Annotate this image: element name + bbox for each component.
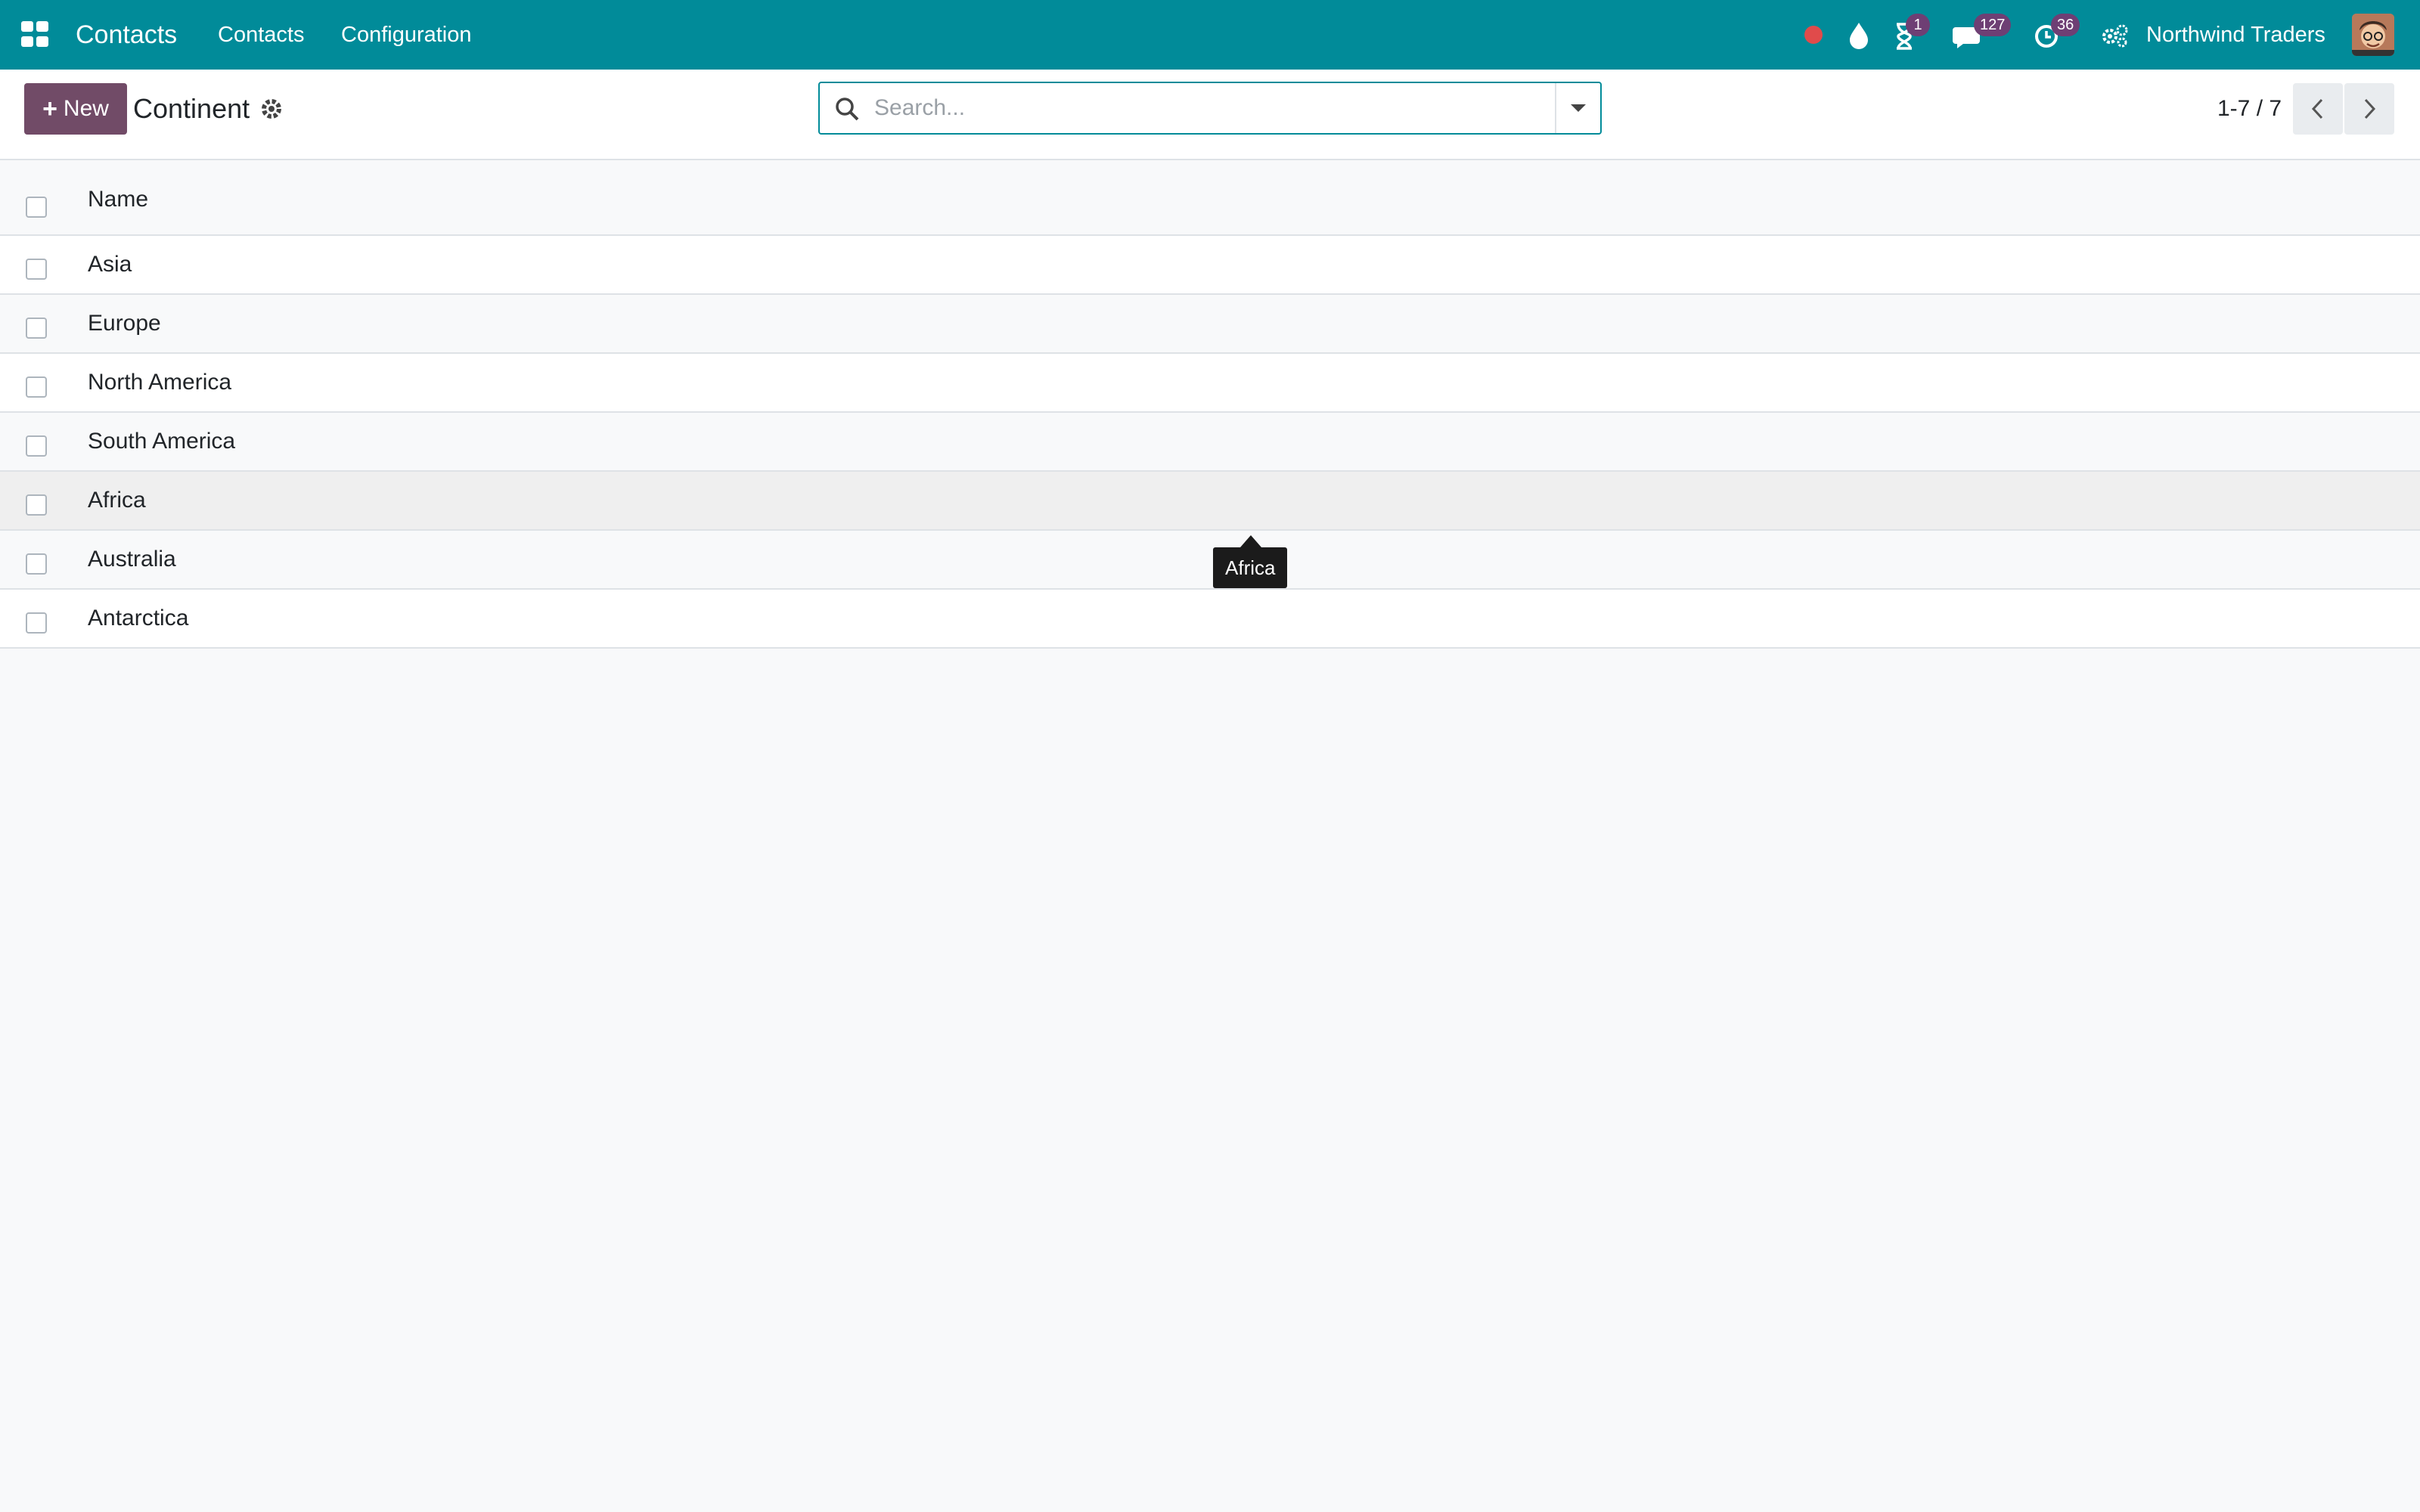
top-navbar: Contacts Contacts Configuration 1 127 36… [0,0,2420,70]
page-title: Continent [133,93,250,124]
timer-badge: 36 [2051,14,2080,36]
droplet-icon[interactable] [1845,17,1876,53]
menu-item-configuration[interactable]: Configuration [341,20,472,50]
tooltip-arrow [1240,535,1261,547]
cell-name[interactable]: Asia [88,249,132,280]
row-checkbox[interactable] [26,553,47,575]
row-checkbox[interactable] [26,318,47,339]
chevron-right-icon [2364,98,2376,119]
pager-value[interactable]: 1-7 / 7 [2217,92,2282,125]
continent-list: Name Asia Europe North America South Ame… [0,160,2420,649]
table-row[interactable]: South America [0,413,2420,472]
search-bar [818,82,1602,135]
settings-gears-icon[interactable] [2099,17,2133,53]
new-button[interactable]: + New [24,83,127,135]
app-title[interactable]: Contacts [76,18,177,51]
row-tooltip: Africa [1213,547,1288,588]
recording-dot-icon[interactable] [1801,17,1832,53]
new-button-label: New [63,96,109,121]
row-checkbox[interactable] [26,259,47,280]
row-checkbox[interactable] [26,612,47,634]
activity-hourglass-icon[interactable]: 1 [1891,14,1951,53]
cell-name[interactable]: Africa [88,485,146,516]
search-icon [833,95,861,122]
control-panel: + New Continent 1-7 / 7 [0,70,2420,160]
table-row[interactable]: Antarctica [0,590,2420,649]
row-checkbox[interactable] [26,376,47,398]
cell-name[interactable]: Australia [88,544,176,575]
table-row[interactable]: Asia [0,236,2420,295]
cell-name[interactable]: South America [88,426,235,457]
row-checkbox[interactable] [26,435,47,457]
plus-icon: + [42,94,57,123]
app-menu-grid-icon[interactable] [21,21,48,48]
table-row[interactable]: Africa [0,472,2420,531]
company-switcher[interactable]: Northwind Traders [2146,20,2325,50]
chevron-left-icon [2311,98,2323,119]
select-all-checkbox[interactable] [26,197,47,218]
list-header: Name [0,160,2420,236]
pager-previous-button[interactable] [2293,83,2343,135]
pager-next-button[interactable] [2344,83,2394,135]
row-checkbox[interactable] [26,494,47,516]
table-row[interactable]: Europe [0,295,2420,354]
column-header-name[interactable]: Name [88,184,148,215]
activity-badge: 1 [1906,14,1930,36]
caret-down-icon [1571,104,1586,112]
cell-name[interactable]: North America [88,367,231,398]
table-row[interactable]: Australia [0,531,2420,590]
messages-badge: 127 [1974,14,2012,36]
timer-clock-icon[interactable]: 36 [2031,14,2092,53]
user-avatar[interactable] [2352,14,2394,56]
cell-name[interactable]: Europe [88,308,161,339]
search-options-toggle[interactable] [1555,83,1600,133]
search-input[interactable] [874,89,1540,127]
table-row[interactable]: North America [0,354,2420,413]
messages-chat-icon[interactable]: 127 [1951,14,2019,53]
cell-name[interactable]: Antarctica [88,603,188,634]
gear-icon[interactable] [259,94,286,124]
menu-item-contacts[interactable]: Contacts [218,20,304,50]
